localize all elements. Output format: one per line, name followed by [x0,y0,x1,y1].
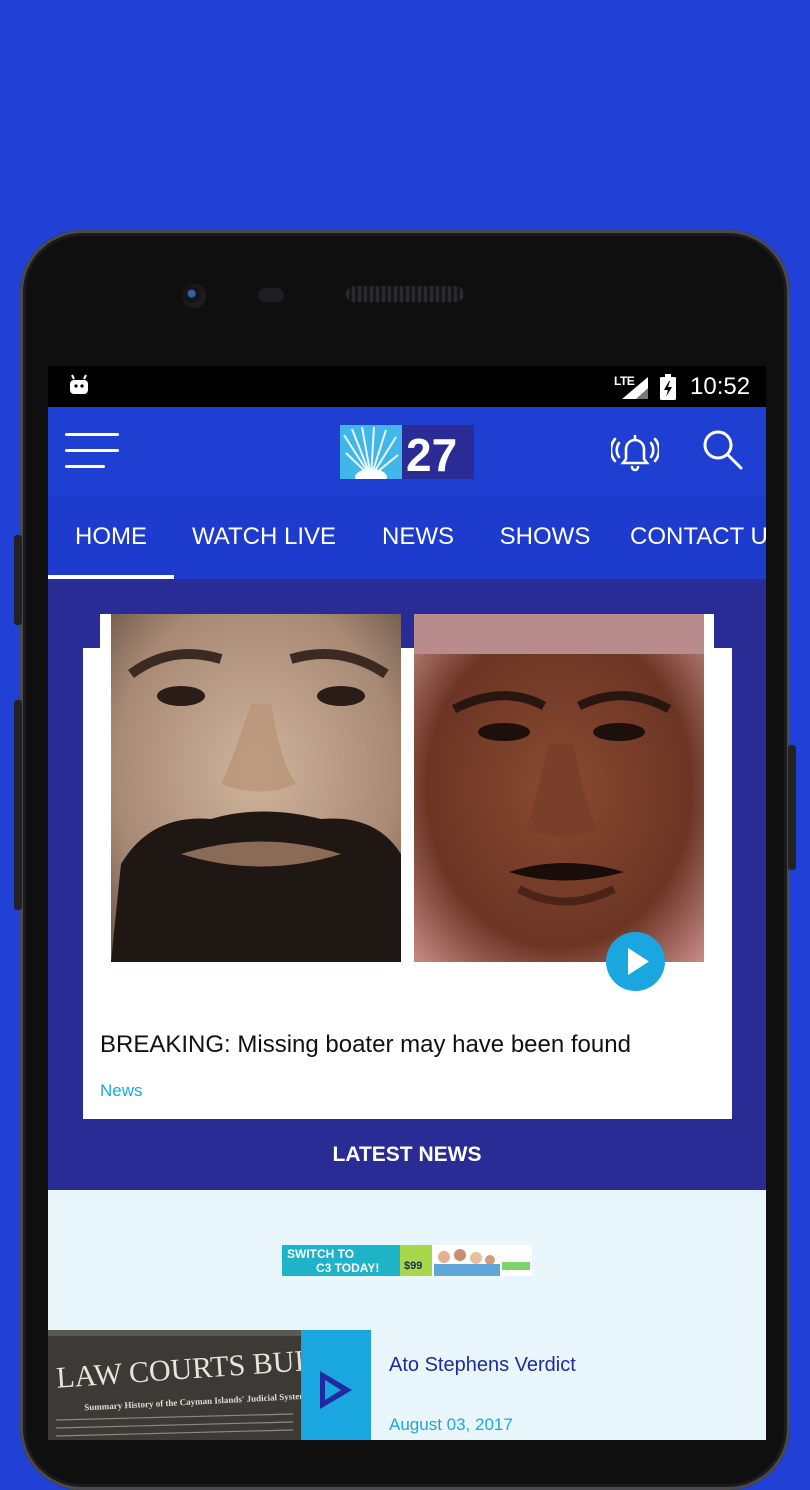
channel-27-logo[interactable]: 27 [340,425,474,485]
ad-price: $99 [404,1260,422,1272]
bell-icon[interactable] [611,427,659,475]
earpiece-speaker [346,286,464,302]
signal-icon [622,377,648,399]
proximity-sensor [258,288,284,302]
ad-text-2: C3 TODAY! [316,1261,379,1275]
app-bar: 27 [48,407,766,495]
news-item[interactable]: LAW COURTS BUILDING Summary History of t… [48,1330,766,1440]
search-icon[interactable] [700,427,744,471]
play-icon [628,948,649,975]
featured-section: BREAKING: Missing boater may have been f… [48,579,766,1190]
screen: LTE 10:52 27 HOME WATCH LIVE NEWS SHOWS … [48,366,766,1440]
featured-photo-right[interactable] [414,614,704,962]
featured-headline[interactable]: BREAKING: Missing boater may have been f… [100,1031,720,1059]
tab-watch-live[interactable]: WATCH LIVE [189,495,339,579]
tab-bar: HOME WATCH LIVE NEWS SHOWS CONTACT US [48,495,766,579]
tab-shows[interactable]: SHOWS [496,495,594,579]
ad-banner[interactable]: SWITCH TO C3 TODAY! $99 [282,1245,532,1276]
power-button [788,745,796,870]
news-date: August 03, 2017 [389,1415,513,1434]
play-icon [320,1371,352,1409]
tab-news[interactable]: NEWS [378,495,458,579]
battery-icon [660,374,676,400]
volume-button [14,535,22,625]
front-camera [182,284,206,308]
menu-icon[interactable] [65,433,119,469]
tab-contact-us[interactable]: CONTACT US [630,495,766,579]
featured-category[interactable]: News [100,1081,143,1101]
play-button[interactable] [606,932,665,991]
news-thumbnail: LAW COURTS BUILDING Summary History of t… [48,1330,301,1440]
side-button [14,700,22,910]
ad-text-1: SWITCH TO [287,1247,354,1261]
status-bar: LTE 10:52 [48,366,766,407]
latest-news-list: SWITCH TO C3 TODAY! $99 LAW COURTS BUILD… [48,1190,766,1440]
tab-home[interactable]: HOME [48,495,174,579]
logo-number: 27 [406,429,457,479]
status-time: 10:52 [690,373,751,400]
featured-photo-left[interactable] [111,614,401,962]
latest-news-title: LATEST NEWS [332,1143,482,1166]
news-title[interactable]: Ato Stephens Verdict [389,1354,576,1377]
news-play-button[interactable] [301,1330,371,1440]
android-icon [70,374,88,394]
